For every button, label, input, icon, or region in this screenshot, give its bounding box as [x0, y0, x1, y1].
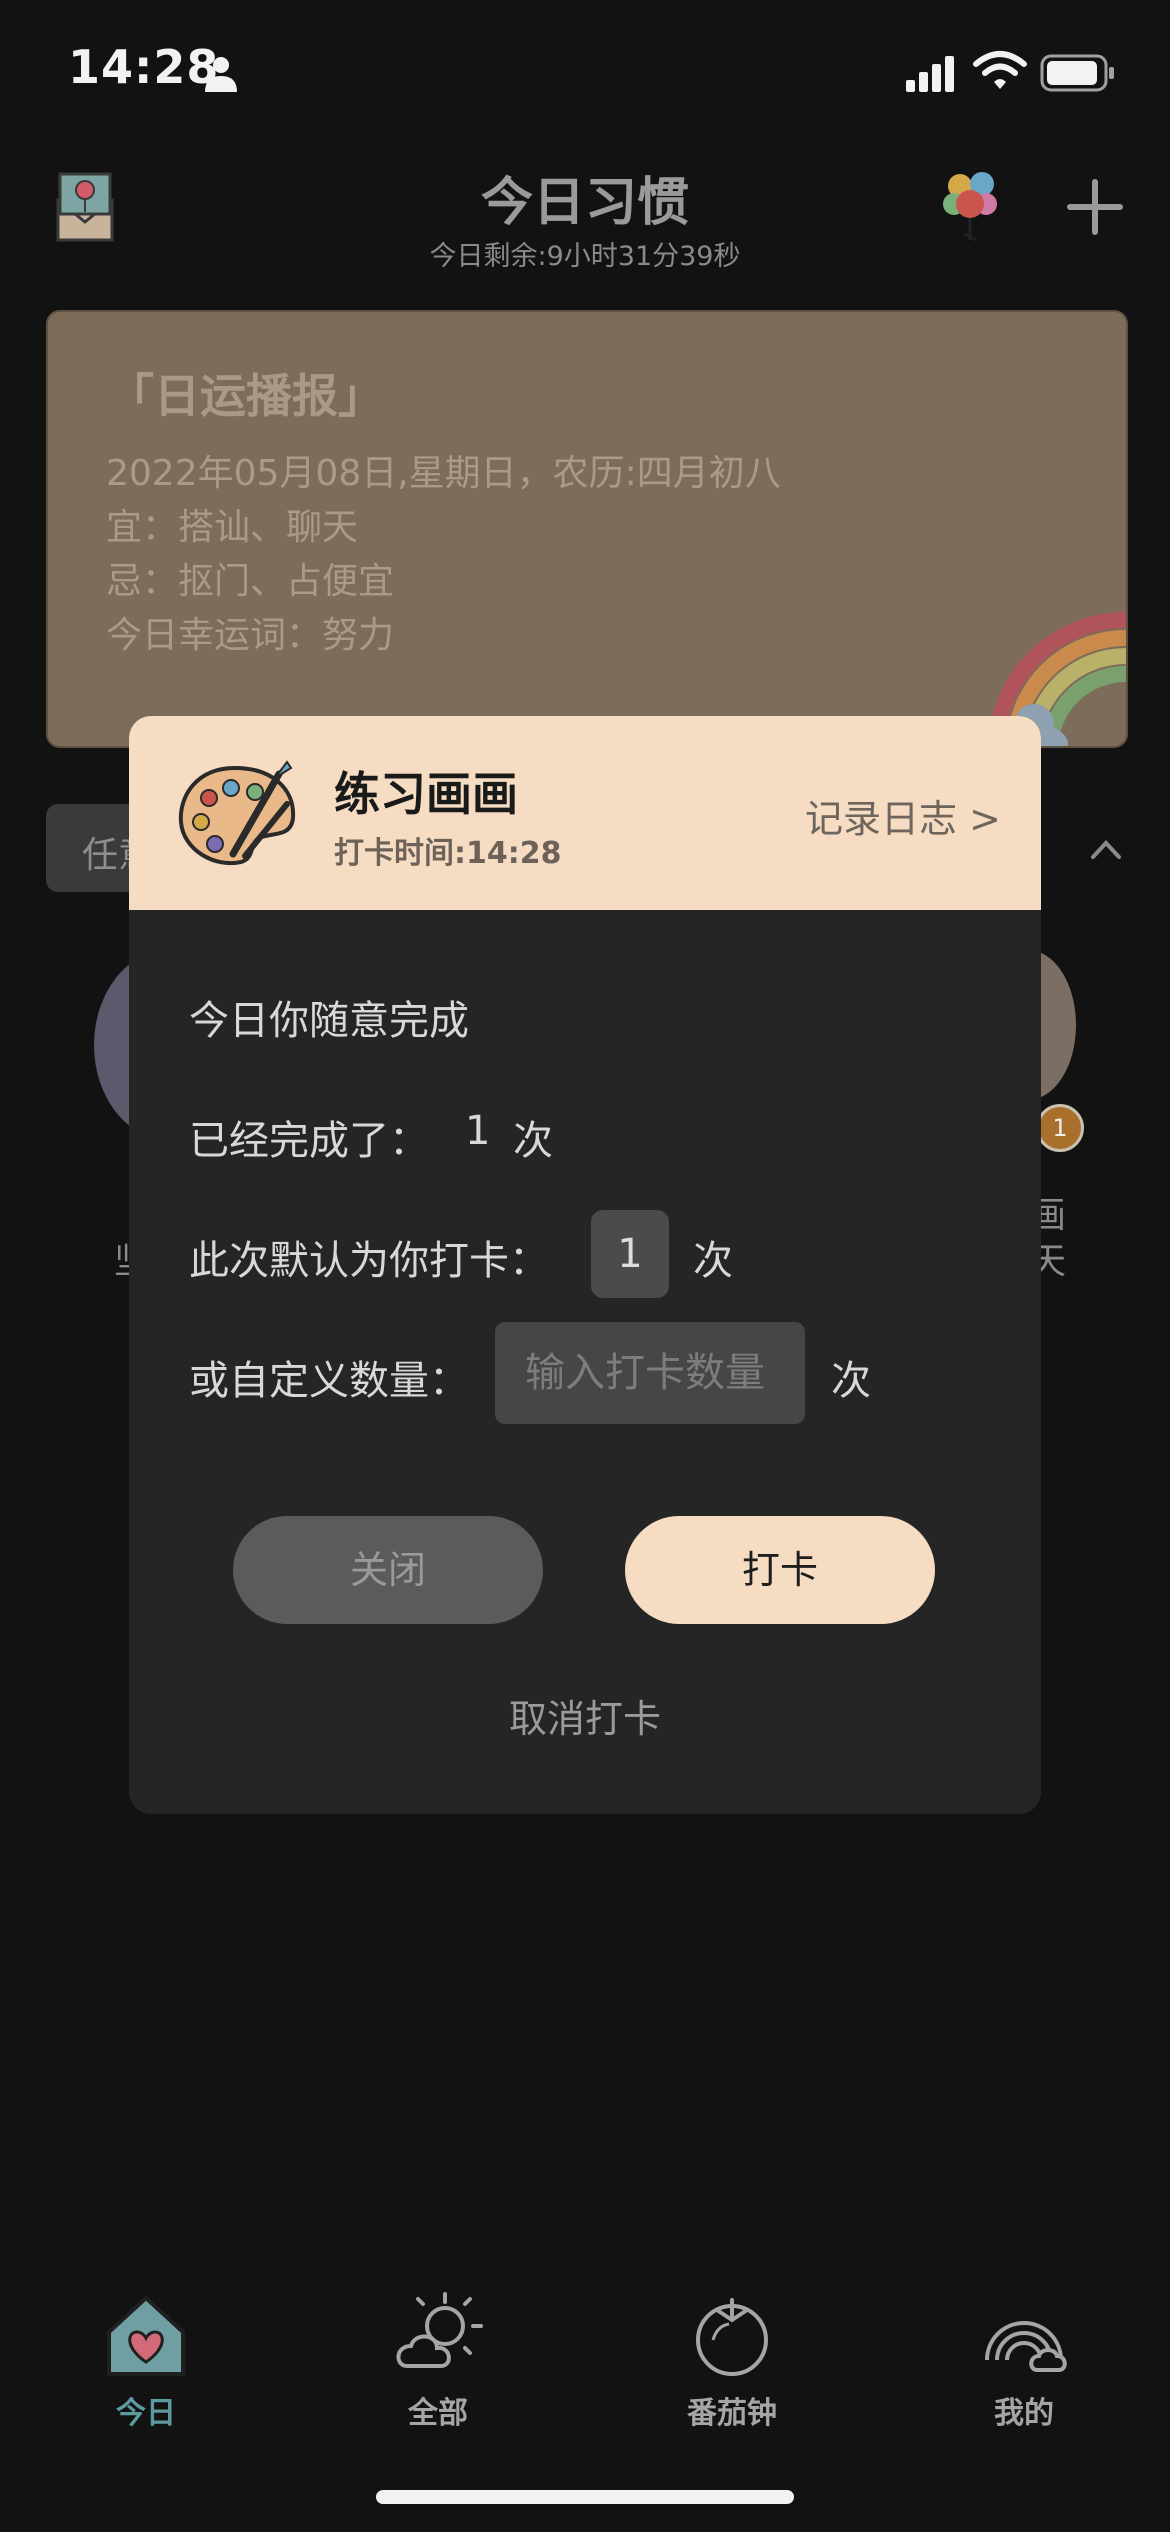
done-count: 1 [465, 1108, 491, 1154]
battery-icon [1040, 54, 1114, 92]
rainbow-icon [985, 2321, 1067, 2372]
times-unit: 次 [831, 1358, 871, 1404]
times-unit: 次 [693, 1238, 733, 1284]
close-button[interactable]: 关闭 [233, 1516, 543, 1624]
home-indicator[interactable] [376, 2490, 794, 2504]
times-unit: 次 [513, 1118, 553, 1164]
fortune-title: 「日运播报」 [108, 369, 384, 423]
completion-mode-text: 今日你随意完成 [189, 998, 469, 1044]
custom-count-input[interactable] [495, 1322, 805, 1424]
fortune-suitable: 宜：搭讪、聊天 [106, 507, 359, 548]
checkin-dialog: 练习画画 打卡时间:14:28 记录日志 > 今日你随意完成 已经完成了： 1 … [129, 716, 1041, 1814]
house-heart-icon [107, 2295, 185, 2376]
count-badge: 1 [1036, 1104, 1084, 1152]
nav-today[interactable]: 今日 [26, 2290, 266, 2432]
status-time: 14:28 [68, 40, 220, 94]
cellular-signal-icon [906, 56, 954, 92]
fortune-card: 「日运播报」 2022年05月08日,星期日，农历:四月初八 宜：搭讪、聊天 忌… [46, 310, 1128, 748]
custom-count-label: 或自定义数量： [189, 1358, 469, 1404]
checkin-button[interactable]: 打卡 [625, 1516, 935, 1624]
done-label: 已经完成了： [189, 1118, 429, 1164]
add-habit-icon[interactable] [1066, 178, 1124, 236]
chevron-up-icon[interactable] [1090, 838, 1122, 860]
checkin-time: 打卡时间:14:28 [334, 836, 562, 871]
record-journal-link[interactable]: 记录日志 > [805, 788, 1001, 843]
dialog-header: 练习画画 打卡时间:14:28 记录日志 > [129, 716, 1041, 910]
fortune-date: 2022年05月08日,星期日，农历:四月初八 [106, 453, 781, 494]
cancel-checkin-link[interactable]: 取消打卡 [129, 1688, 1041, 1743]
nav-mine[interactable]: 我的 [904, 2290, 1144, 2432]
default-count-box[interactable]: 1 [591, 1210, 669, 1298]
wifi-icon [973, 51, 1027, 89]
sun-cloud-icon [396, 2292, 483, 2368]
nav-label-all: 全部 [408, 2396, 468, 2431]
fortune-avoid: 忌：抠门、占便宜 [106, 561, 395, 602]
fortune-lucky-word: 今日幸运词：努力 [106, 615, 395, 656]
person-icon [205, 57, 237, 92]
paint-palette-icon [178, 760, 296, 866]
nav-label-pomodoro: 番茄钟 [687, 2396, 777, 2431]
tomato-icon [696, 2298, 768, 2376]
nav-pomodoro[interactable]: 番茄钟 [612, 2290, 852, 2432]
default-checkin-label: 此次默认为你打卡： [189, 1238, 549, 1284]
habit-name: 练习画画 [334, 767, 518, 821]
nav-label-today: 今日 [116, 2396, 176, 2431]
balloons-icon[interactable] [940, 168, 1004, 244]
nav-label-mine: 我的 [994, 2396, 1054, 2431]
nav-all[interactable]: 全部 [318, 2290, 558, 2432]
